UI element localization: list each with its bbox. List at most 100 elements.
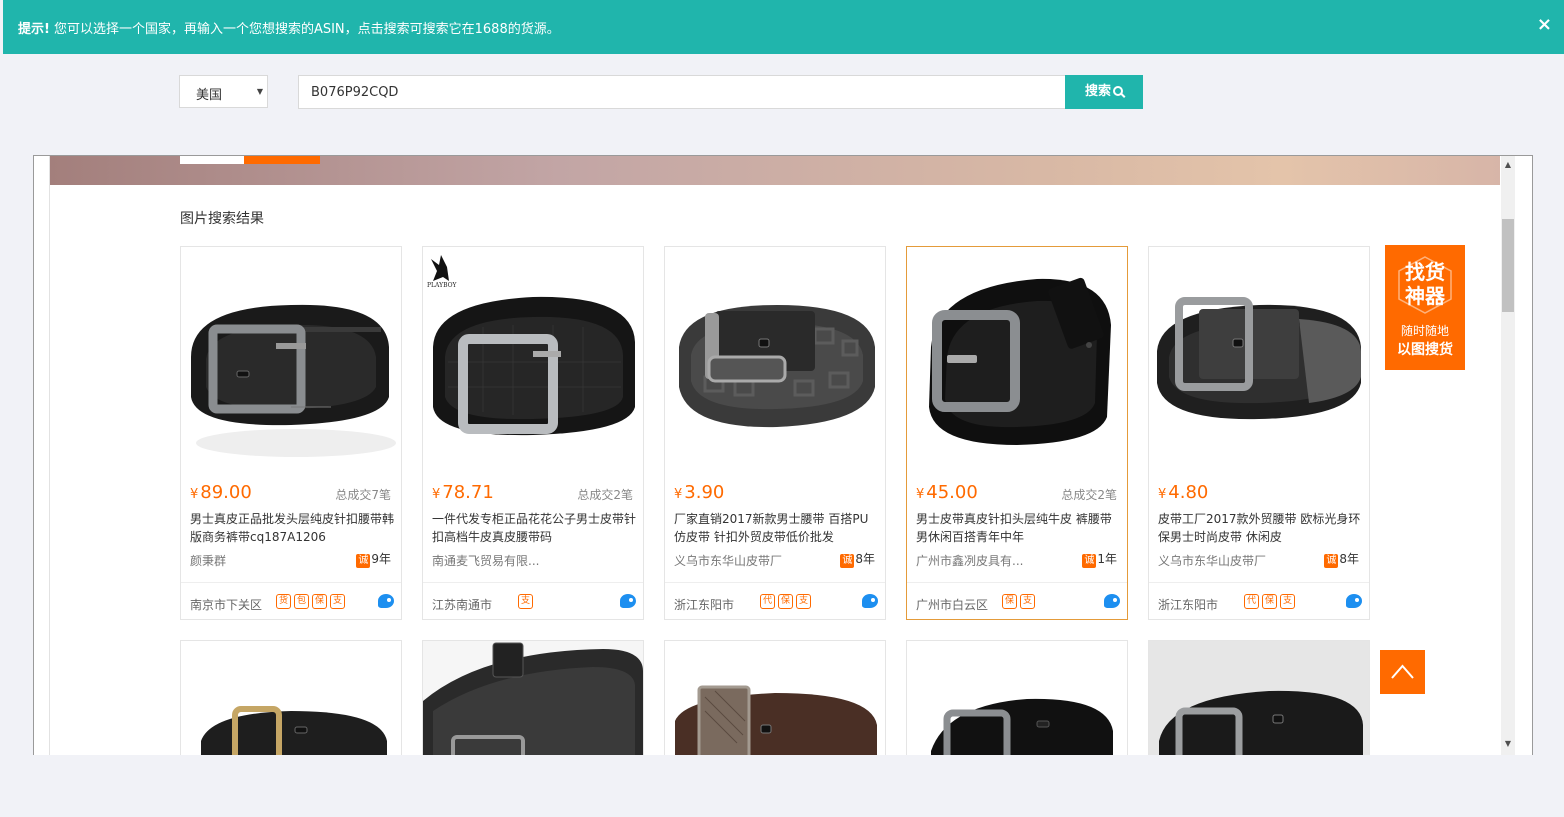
country-select[interactable]: 美国 ▼ [179, 75, 268, 108]
asin-search-input[interactable] [298, 75, 1066, 109]
cheng-icon: 诚 [356, 554, 371, 568]
promo-banner [50, 156, 1500, 185]
belt-image [201, 706, 387, 755]
seller-name[interactable]: 义乌市东华山皮带厂 [1158, 552, 1266, 569]
product-price: ¥45.00 [916, 482, 978, 503]
chat-icon[interactable] [378, 594, 394, 608]
caret-down-icon: ▼ [256, 87, 263, 96]
service-badges: 代 保 支 [760, 594, 811, 609]
location: 浙江东阳市 [674, 598, 735, 612]
close-icon[interactable]: × [1537, 15, 1552, 35]
product-card[interactable]: PLAYBOY ¥78.71 总成交2笔 一件代发专柜正品花花公子男士皮带针扣高… [422, 246, 644, 620]
frame-divider [49, 156, 50, 755]
chat-icon[interactable] [862, 594, 878, 608]
product-card[interactable] [422, 640, 644, 755]
service-badge-icon: 包 [294, 594, 309, 609]
service-badge-icon: 货 [276, 594, 291, 609]
chat-icon[interactable] [620, 594, 636, 608]
section-title: 图片搜索结果 [180, 211, 264, 227]
product-title[interactable]: 男士皮带真皮针扣头层纯牛皮 裤腰带男休闲百搭青年中年 [916, 510, 1121, 546]
cheng-icon: 诚 [840, 554, 855, 568]
currency-symbol: ¥ [190, 487, 199, 502]
service-badge-icon: 支 [1020, 594, 1035, 609]
service-badge-icon: 保 [778, 594, 793, 609]
notice-text: 提示! 您可以选择一个国家，再输入一个您想搜索的ASIN，点击搜索可搜索它在168… [18, 18, 560, 37]
belt-image [1149, 641, 1369, 755]
service-badge-icon: 保 [1002, 594, 1017, 609]
product-title[interactable]: 一件代发专柜正品花花公子男士皮带针扣高档牛皮真皮腰带码 [432, 510, 637, 546]
product-image [907, 247, 1127, 469]
product-title[interactable]: 厂家直销2017新款男士腰带 百搭PU仿皮带 针扣外贸皮带低价批发 [674, 510, 879, 546]
notice-bar: 提示! 您可以选择一个国家，再输入一个您想搜索的ASIN，点击搜索可搜索它在168… [3, 0, 1564, 54]
product-price: ¥89.00 [190, 482, 252, 503]
product-price: ¥4.80 [1158, 482, 1209, 503]
service-badge-icon: 代 [1244, 594, 1259, 609]
currency-symbol: ¥ [674, 487, 683, 502]
trust-years: 诚 8年 [1324, 552, 1359, 568]
card-footer: 浙江东阳市 代 保 支 [1149, 582, 1369, 619]
image-search-widget[interactable]: 找货神器 随时随地 以图搜货 [1385, 245, 1465, 370]
currency-symbol: ¥ [916, 487, 925, 502]
product-card[interactable]: ¥3.90 厂家直销2017新款男士腰带 百搭PU仿皮带 针扣外贸皮带低价批发 … [664, 246, 886, 620]
card-footer: 南京市下关区 货 包 保 支 [181, 582, 401, 619]
location: 江苏南通市 [432, 598, 493, 612]
chat-icon[interactable] [1346, 594, 1362, 608]
product-card[interactable] [664, 640, 886, 755]
service-badges: 支 [518, 594, 533, 609]
belt-image [1157, 297, 1361, 420]
scroll-down-arrow-icon[interactable]: ▼ [1502, 739, 1514, 751]
chat-icon[interactable] [1104, 594, 1120, 608]
belt-image [931, 698, 1113, 755]
product-image [181, 247, 401, 469]
back-to-top-button[interactable] [1380, 650, 1425, 694]
product-card-selected[interactable]: ¥45.00 总成交2笔 男士皮带真皮针扣头层纯牛皮 裤腰带男休闲百搭青年中年 … [906, 246, 1128, 620]
sales-count: 总成交7笔 [335, 488, 391, 502]
belt-image [675, 685, 877, 755]
product-title[interactable]: 男士真皮正品批发头层纯皮针扣腰带韩版商务裤带cq187A1206 [190, 510, 395, 546]
trust-years: 诚 9年 [356, 552, 391, 568]
seller-name[interactable]: 颜秉群 [190, 552, 226, 569]
scrollbar-thumb[interactable] [1502, 219, 1514, 312]
product-price: ¥78.71 [432, 482, 494, 503]
belt-image [191, 304, 396, 457]
product-card[interactable]: ¥89.00 总成交7笔 男士真皮正品批发头层纯皮针扣腰带韩版商务裤带cq187… [180, 246, 402, 620]
service-badge-icon: 代 [760, 594, 775, 609]
sales-count: 总成交2笔 [1061, 488, 1117, 502]
seller-name[interactable]: 广州市鑫冽皮具有... [916, 552, 1023, 569]
card-footer: 江苏南通市 支 [423, 582, 643, 619]
sales-count: 总成交2笔 [577, 488, 633, 502]
product-image [665, 247, 885, 469]
finder-line-2: 以图搜货 [1397, 342, 1453, 358]
banner-logo-strip [180, 156, 244, 164]
location: 浙江东阳市 [1158, 598, 1219, 612]
cheng-icon: 诚 [1082, 554, 1097, 568]
banner-button-strip[interactable] [244, 156, 320, 164]
service-badges: 代 保 支 [1244, 594, 1295, 609]
card-footer: 浙江东阳市 代 保 支 [665, 582, 885, 619]
product-title[interactable]: 皮带工厂2017款外贸腰带 欧标光身环保男士时尚皮带 休闲皮 [1158, 510, 1363, 546]
product-card[interactable]: ¥4.80 皮带工厂2017款外贸腰带 欧标光身环保男士时尚皮带 休闲皮 义乌市… [1148, 246, 1370, 620]
service-badges: 货 包 保 支 [276, 594, 345, 609]
scroll-up-arrow-icon[interactable]: ▲ [1502, 160, 1514, 172]
service-badge-icon: 支 [518, 594, 533, 609]
location: 广州市白云区 [916, 598, 989, 612]
chevron-up-icon [1391, 664, 1414, 679]
trust-years: 诚 1年 [1082, 552, 1117, 568]
product-card[interactable] [1148, 640, 1370, 755]
product-card[interactable] [906, 640, 1128, 755]
product-price: ¥3.90 [674, 482, 725, 503]
service-badge-icon: 支 [330, 594, 345, 609]
product-card[interactable] [180, 640, 402, 755]
card-footer: 广州市白云区 保 支 [907, 582, 1127, 619]
seller-name[interactable]: 义乌市东华山皮带厂 [674, 552, 782, 569]
trust-years: 诚 8年 [840, 552, 875, 568]
product-image [1149, 247, 1369, 469]
finder-line-1: 随时随地 [1400, 324, 1449, 338]
notice-message: 您可以选择一个国家，再输入一个您想搜索的ASIN，点击搜索可搜索它在1688的货… [53, 22, 560, 37]
service-badge-icon: 支 [796, 594, 811, 609]
belt-image: PLAYBOY [427, 255, 635, 436]
seller-name[interactable]: 南通麦飞贸易有限... [432, 552, 539, 569]
search-button[interactable]: 搜索 [1065, 75, 1143, 109]
finder-title: 找货神器 [1405, 260, 1445, 308]
service-badge-icon: 保 [312, 594, 327, 609]
